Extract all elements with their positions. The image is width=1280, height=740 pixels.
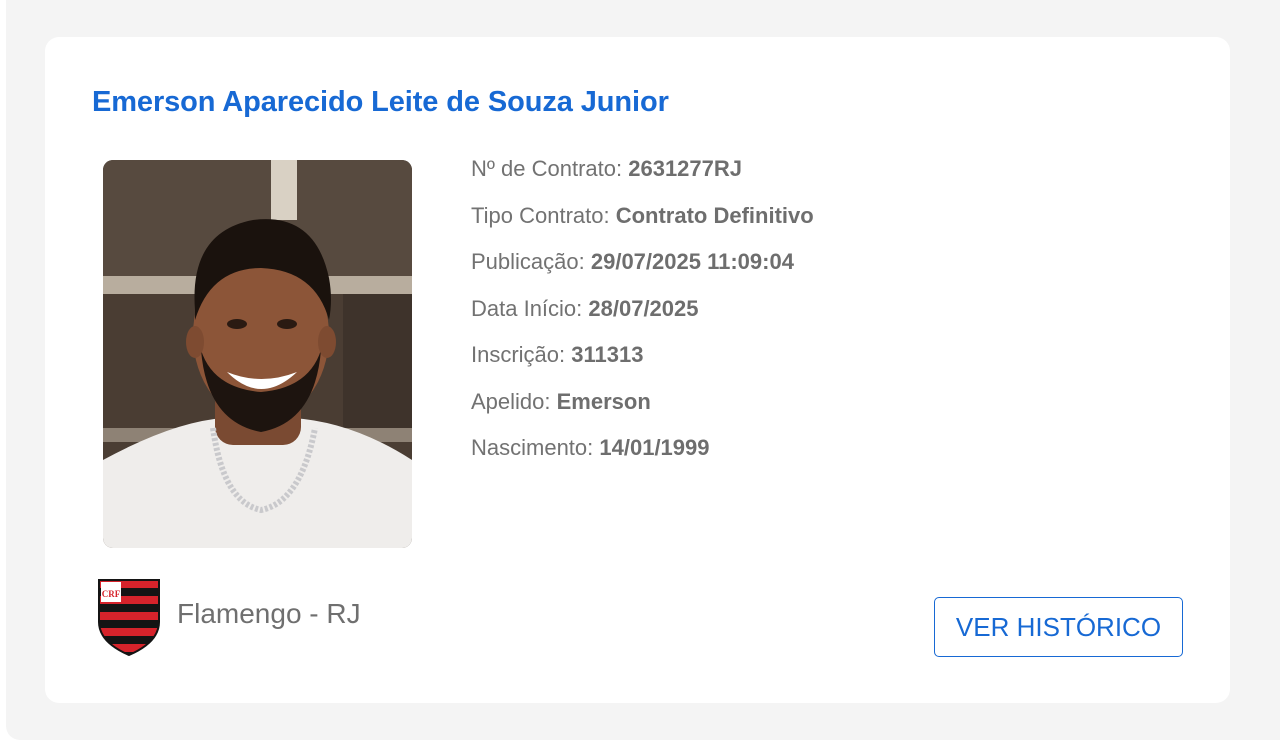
publication-label: Publicação: — [471, 249, 591, 274]
club-name: Flamengo - RJ — [177, 598, 361, 629]
publication-row: Publicação: 29/07/2025 11:09:04 — [471, 245, 814, 292]
contract-number-value: 2631277RJ — [628, 156, 743, 181]
registration-label: Inscrição: — [471, 342, 572, 367]
registration-row: Inscrição: 311313 — [471, 338, 814, 385]
nickname-value: Emerson — [556, 388, 651, 414]
contract-type-row: Tipo Contrato: Contrato Definitivo — [471, 199, 814, 246]
start-date-value: 28/07/2025 — [588, 295, 699, 321]
contract-type-label: Tipo Contrato: — [471, 202, 616, 228]
flamengo-crest-icon: CRF — [97, 578, 161, 657]
nickname-row: Apelido: Emerson — [471, 385, 814, 432]
birth-date-value: 14/01/1999 — [599, 435, 710, 460]
start-date-row: Data Início: 28/07/2025 — [471, 292, 814, 339]
contract-details: Nº de Contrato: 2631277RJ Tipo Contrato:… — [471, 152, 814, 478]
birth-date-label: Nascimento: — [471, 435, 600, 460]
player-name: Emerson Aparecido Leite de Souza Junior — [92, 86, 669, 118]
crest-monogram: CRF — [102, 589, 121, 599]
contract-number-label: Nº de Contrato: — [471, 156, 629, 181]
contract-number-row: Nº de Contrato: 2631277RJ — [471, 152, 814, 199]
birth-date-row: Nascimento: 14/01/1999 — [471, 431, 814, 478]
view-history-button[interactable]: VER HISTÓRICO — [934, 597, 1183, 657]
publication-value: 29/07/2025 11:09:04 — [590, 249, 794, 274]
player-photo — [103, 160, 412, 548]
start-date-label: Data Início: — [471, 295, 589, 321]
contract-type-value: Contrato Definitivo — [615, 202, 814, 228]
registration-value: 311313 — [571, 342, 644, 367]
player-photo-image — [103, 160, 412, 548]
nickname-label: Apelido: — [471, 388, 557, 414]
